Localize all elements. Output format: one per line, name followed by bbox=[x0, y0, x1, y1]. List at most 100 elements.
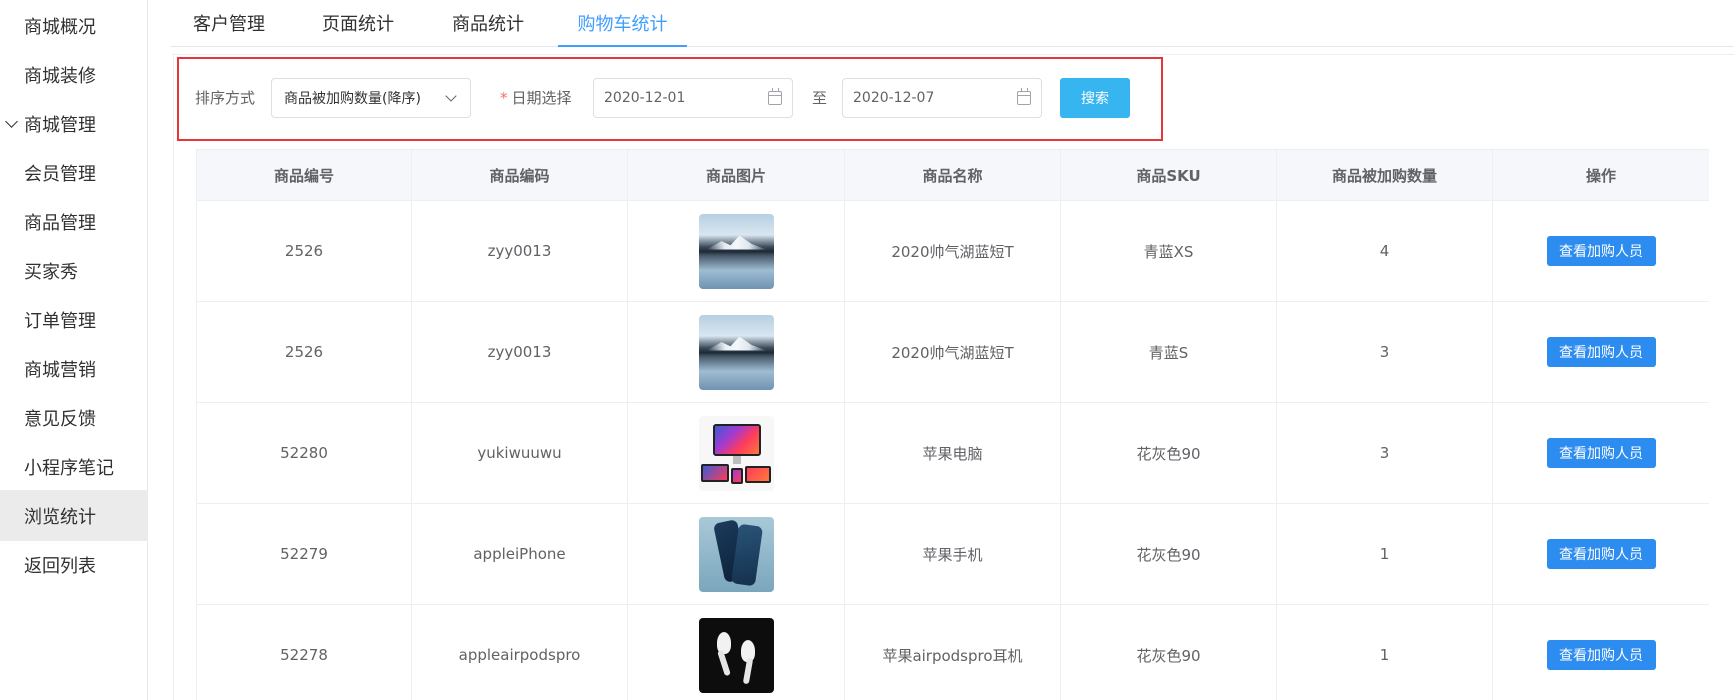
column-header[interactable]: 商品图片 bbox=[628, 150, 845, 201]
tab-customer-management[interactable]: 客户管理 bbox=[188, 0, 270, 46]
laptop-shape bbox=[744, 465, 771, 483]
sidebar-item-buyer-show[interactable]: 买家秀 bbox=[0, 245, 148, 296]
sort-label: 排序方式 bbox=[195, 89, 256, 107]
sidebar-item-members[interactable]: 会员管理 bbox=[0, 147, 148, 198]
cell-action: 查看加购人员 bbox=[1493, 201, 1709, 302]
column-header[interactable]: 商品编号 bbox=[197, 150, 412, 201]
column-header[interactable]: 商品被加购数量 bbox=[1277, 150, 1493, 201]
sidebar-item-products[interactable]: 商品管理 bbox=[0, 196, 148, 247]
sidebar-item-feedback[interactable]: 意见反馈 bbox=[0, 392, 148, 443]
cell-product-name: 苹果手机 bbox=[845, 504, 1061, 605]
cell-product-id: 52280 bbox=[197, 403, 412, 504]
cell-action: 查看加购人员 bbox=[1493, 605, 1709, 700]
start-date-value: 2020-12-01 bbox=[604, 90, 686, 106]
table-row: 2526 zyy0013 2020帅气湖蓝短T 青蓝XS 4 查看加购人员 bbox=[197, 201, 1709, 302]
sidebar-item-mall-management[interactable]: 商城管理 bbox=[0, 98, 148, 149]
sidebar-item-label: 浏览统计 bbox=[24, 506, 96, 528]
sidebar-item-label: 会员管理 bbox=[24, 163, 96, 185]
earbud-stem-shape bbox=[716, 649, 731, 676]
cell-product-name: 2020帅气湖蓝短T bbox=[845, 201, 1061, 302]
view-cart-users-button[interactable]: 查看加购人员 bbox=[1546, 640, 1656, 670]
cell-product-id: 52278 bbox=[197, 605, 412, 700]
product-image[interactable] bbox=[698, 415, 774, 491]
sidebar-item-label: 小程序笔记 bbox=[24, 457, 114, 479]
tab-label: 商品统计 bbox=[452, 14, 524, 35]
sort-select[interactable]: 商品被加购数量(降序) bbox=[271, 78, 471, 118]
column-header[interactable]: 商品编码 bbox=[412, 150, 628, 201]
cell-action: 查看加购人员 bbox=[1493, 504, 1709, 605]
sidebar-item-label: 订单管理 bbox=[24, 310, 96, 332]
view-cart-users-button[interactable]: 查看加购人员 bbox=[1546, 337, 1656, 367]
chevron-down-icon bbox=[445, 90, 457, 102]
cell-product-id: 2526 bbox=[197, 201, 412, 302]
sidebar-item-label: 买家秀 bbox=[24, 261, 78, 283]
date-label: * 日期选择 bbox=[500, 87, 572, 108]
search-button[interactable]: 搜索 bbox=[1060, 78, 1130, 118]
cell-product-name: 2020帅气湖蓝短T bbox=[845, 302, 1061, 403]
sidebar-item-marketing[interactable]: 商城营销 bbox=[0, 343, 148, 394]
view-cart-users-button[interactable]: 查看加购人员 bbox=[1546, 236, 1656, 266]
view-cart-users-button[interactable]: 查看加购人员 bbox=[1546, 539, 1656, 569]
cell-product-code: yukiwuuwu bbox=[412, 403, 628, 504]
product-image[interactable] bbox=[698, 314, 774, 390]
app-root: 商城概况 商城装修 商城管理 会员管理 商品管理 买家秀 订单管理 商城营销 意… bbox=[0, 0, 1734, 700]
sidebar-item-back-to-list[interactable]: 返回列表 bbox=[0, 539, 148, 590]
sidebar: 商城概况 商城装修 商城管理 会员管理 商品管理 买家秀 订单管理 商城营销 意… bbox=[0, 0, 148, 700]
tab-bar: 客户管理 页面统计 商品统计 购物车统计 bbox=[170, 0, 1734, 47]
column-header[interactable]: 商品SKU bbox=[1061, 150, 1277, 201]
tab-label: 客户管理 bbox=[193, 14, 265, 35]
view-cart-users-button[interactable]: 查看加购人员 bbox=[1546, 438, 1656, 468]
table-row: 52278 appleairpodspro 苹果airpodspro耳机 花灰色… bbox=[197, 605, 1709, 700]
cell-action: 查看加购人员 bbox=[1493, 302, 1709, 403]
cell-cart-count: 3 bbox=[1277, 403, 1493, 504]
column-header[interactable]: 操作 bbox=[1493, 150, 1709, 201]
cell-product-code: zyy0013 bbox=[412, 302, 628, 403]
cell-product-name: 苹果电脑 bbox=[845, 403, 1061, 504]
cell-cart-count: 4 bbox=[1277, 201, 1493, 302]
sidebar-item-label: 返回列表 bbox=[24, 555, 96, 577]
sidebar-item-label: 意见反馈 bbox=[24, 408, 96, 430]
start-date-picker[interactable]: 2020-12-01 bbox=[593, 78, 793, 118]
sidebar-item-label: 商品管理 bbox=[24, 212, 96, 234]
date-label-text: 日期选择 bbox=[511, 89, 572, 107]
cell-product-image bbox=[628, 403, 845, 504]
cell-product-sku: 花灰色90 bbox=[1061, 605, 1277, 700]
cell-product-code: appleiPhone bbox=[412, 504, 628, 605]
sidebar-item-orders[interactable]: 订单管理 bbox=[0, 294, 148, 345]
cell-product-id: 2526 bbox=[197, 302, 412, 403]
tab-label: 页面统计 bbox=[322, 14, 394, 35]
end-date-value: 2020-12-07 bbox=[853, 90, 935, 106]
end-date-picker[interactable]: 2020-12-07 bbox=[842, 78, 1042, 118]
column-header[interactable]: 商品名称 bbox=[845, 150, 1061, 201]
sidebar-item-label: 商城营销 bbox=[24, 359, 96, 381]
sidebar-item-decoration[interactable]: 商城装修 bbox=[0, 49, 148, 100]
tab-product-stats[interactable]: 商品统计 bbox=[447, 0, 529, 46]
cell-product-id: 52279 bbox=[197, 504, 412, 605]
cart-stats-table: 商品编号 商品编码 商品图片 商品名称 商品SKU 商品被加购数量 操作 252… bbox=[196, 149, 1709, 700]
sort-select-value: 商品被加购数量(降序) bbox=[284, 91, 421, 107]
cell-cart-count: 1 bbox=[1277, 605, 1493, 700]
sidebar-item-miniprogram-notes[interactable]: 小程序笔记 bbox=[0, 441, 148, 492]
table-row: 52280 yukiwuuwu 苹果电脑 花灰色90 3 查看加购人员 bbox=[197, 403, 1709, 504]
table-row: 2526 zyy0013 2020帅气湖蓝短T 青蓝S 3 查看加购人员 bbox=[197, 302, 1709, 403]
tab-page-stats[interactable]: 页面统计 bbox=[317, 0, 399, 46]
tab-label: 购物车统计 bbox=[577, 14, 668, 35]
product-image[interactable] bbox=[698, 213, 774, 289]
cell-product-code: zyy0013 bbox=[412, 201, 628, 302]
calendar-icon bbox=[1017, 88, 1031, 105]
tab-cart-stats[interactable]: 购物车统计 bbox=[558, 0, 687, 47]
cell-product-image bbox=[628, 302, 845, 403]
product-image[interactable] bbox=[698, 617, 774, 693]
sidebar-item-label: 商城管理 bbox=[24, 114, 96, 136]
cell-cart-count: 3 bbox=[1277, 302, 1493, 403]
tablet-shape bbox=[730, 467, 743, 484]
cell-product-image bbox=[628, 201, 845, 302]
sidebar-item-overview[interactable]: 商城概况 bbox=[0, 0, 148, 51]
sidebar-item-browse-stats[interactable]: 浏览统计 bbox=[0, 490, 148, 541]
table-header: 商品编号 商品编码 商品图片 商品名称 商品SKU 商品被加购数量 操作 bbox=[197, 150, 1709, 201]
product-image[interactable] bbox=[698, 516, 774, 592]
cell-product-name: 苹果airpodspro耳机 bbox=[845, 605, 1061, 700]
cell-product-image bbox=[628, 605, 845, 700]
cell-cart-count: 1 bbox=[1277, 504, 1493, 605]
chevron-down-icon bbox=[5, 114, 18, 128]
